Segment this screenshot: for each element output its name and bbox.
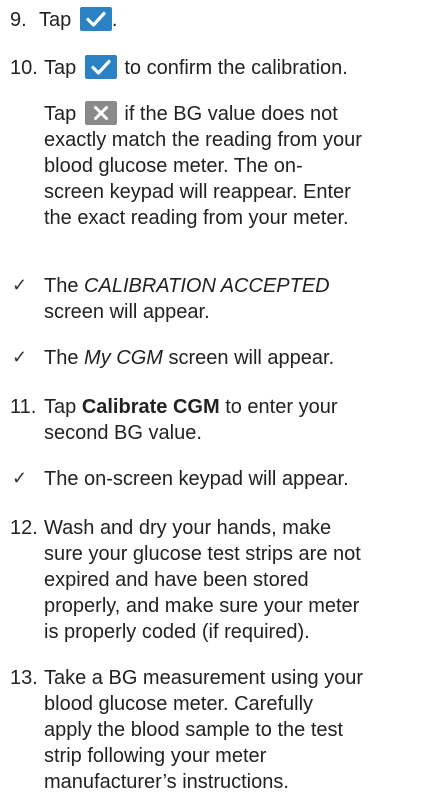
step-text: Wash and dry your hands, make — [44, 517, 332, 539]
step-text: Tap Calibrate CGM to enter your — [44, 396, 338, 418]
checkmark-button-icon — [84, 55, 117, 79]
step-number: 9. — [10, 9, 27, 31]
note-line: exactly match the reading from your — [44, 129, 362, 151]
checkmark-bullet-icon: ✓ — [12, 468, 28, 489]
step-text: manufacturer’s instructions. — [44, 771, 289, 793]
instruction-page: 9. Tap . 10. Tap to confirm the calibrat… — [0, 0, 430, 802]
note-line: Tap if the BG value does not — [44, 101, 338, 125]
step-text: is properly coded (if required). — [44, 621, 310, 643]
step-text: properly, and make sure your meter — [44, 595, 360, 617]
calibrate-cgm-label: Calibrate CGM — [81, 396, 220, 418]
screen-name: My CGM — [84, 347, 163, 369]
step-text: blood glucose meter. Carefully — [44, 693, 314, 715]
result-text: The My CGM screen will appear. — [44, 347, 335, 369]
checkmark-button-icon — [79, 7, 112, 31]
checkmark-bullet-icon: ✓ — [12, 275, 28, 296]
note-line: the exact reading from your meter. — [44, 207, 349, 229]
note-line: screen keypad will reappear. Enter — [44, 181, 351, 203]
step-text: Take a BG measurement using your — [44, 667, 364, 689]
step-number: 11. — [10, 396, 37, 418]
result-text: screen will appear. — [44, 301, 210, 323]
step-number: 10. — [10, 57, 38, 79]
screen-name: CALIBRATION ACCEPTED — [84, 275, 330, 297]
step-number: 12. — [10, 517, 38, 539]
step-text: expired and have been stored — [44, 569, 309, 591]
result-text: The CALIBRATION ACCEPTED — [44, 275, 330, 297]
step-text: second BG value. — [44, 422, 202, 444]
step-text: apply the blood sample to the test — [44, 719, 344, 741]
note-line: blood glucose meter. The on- — [44, 155, 303, 177]
step-text: strip following your meter — [44, 745, 267, 767]
step-text: sure your glucose test strips are not — [44, 543, 361, 565]
step-text: Tap . — [39, 7, 118, 31]
x-button-icon — [84, 101, 117, 125]
checkmark-bullet-icon: ✓ — [12, 347, 28, 368]
result-text: The on-screen keypad will appear. — [44, 468, 349, 490]
step-text: Tap to confirm the calibration. — [44, 55, 348, 79]
step-number: 13. — [10, 667, 38, 689]
